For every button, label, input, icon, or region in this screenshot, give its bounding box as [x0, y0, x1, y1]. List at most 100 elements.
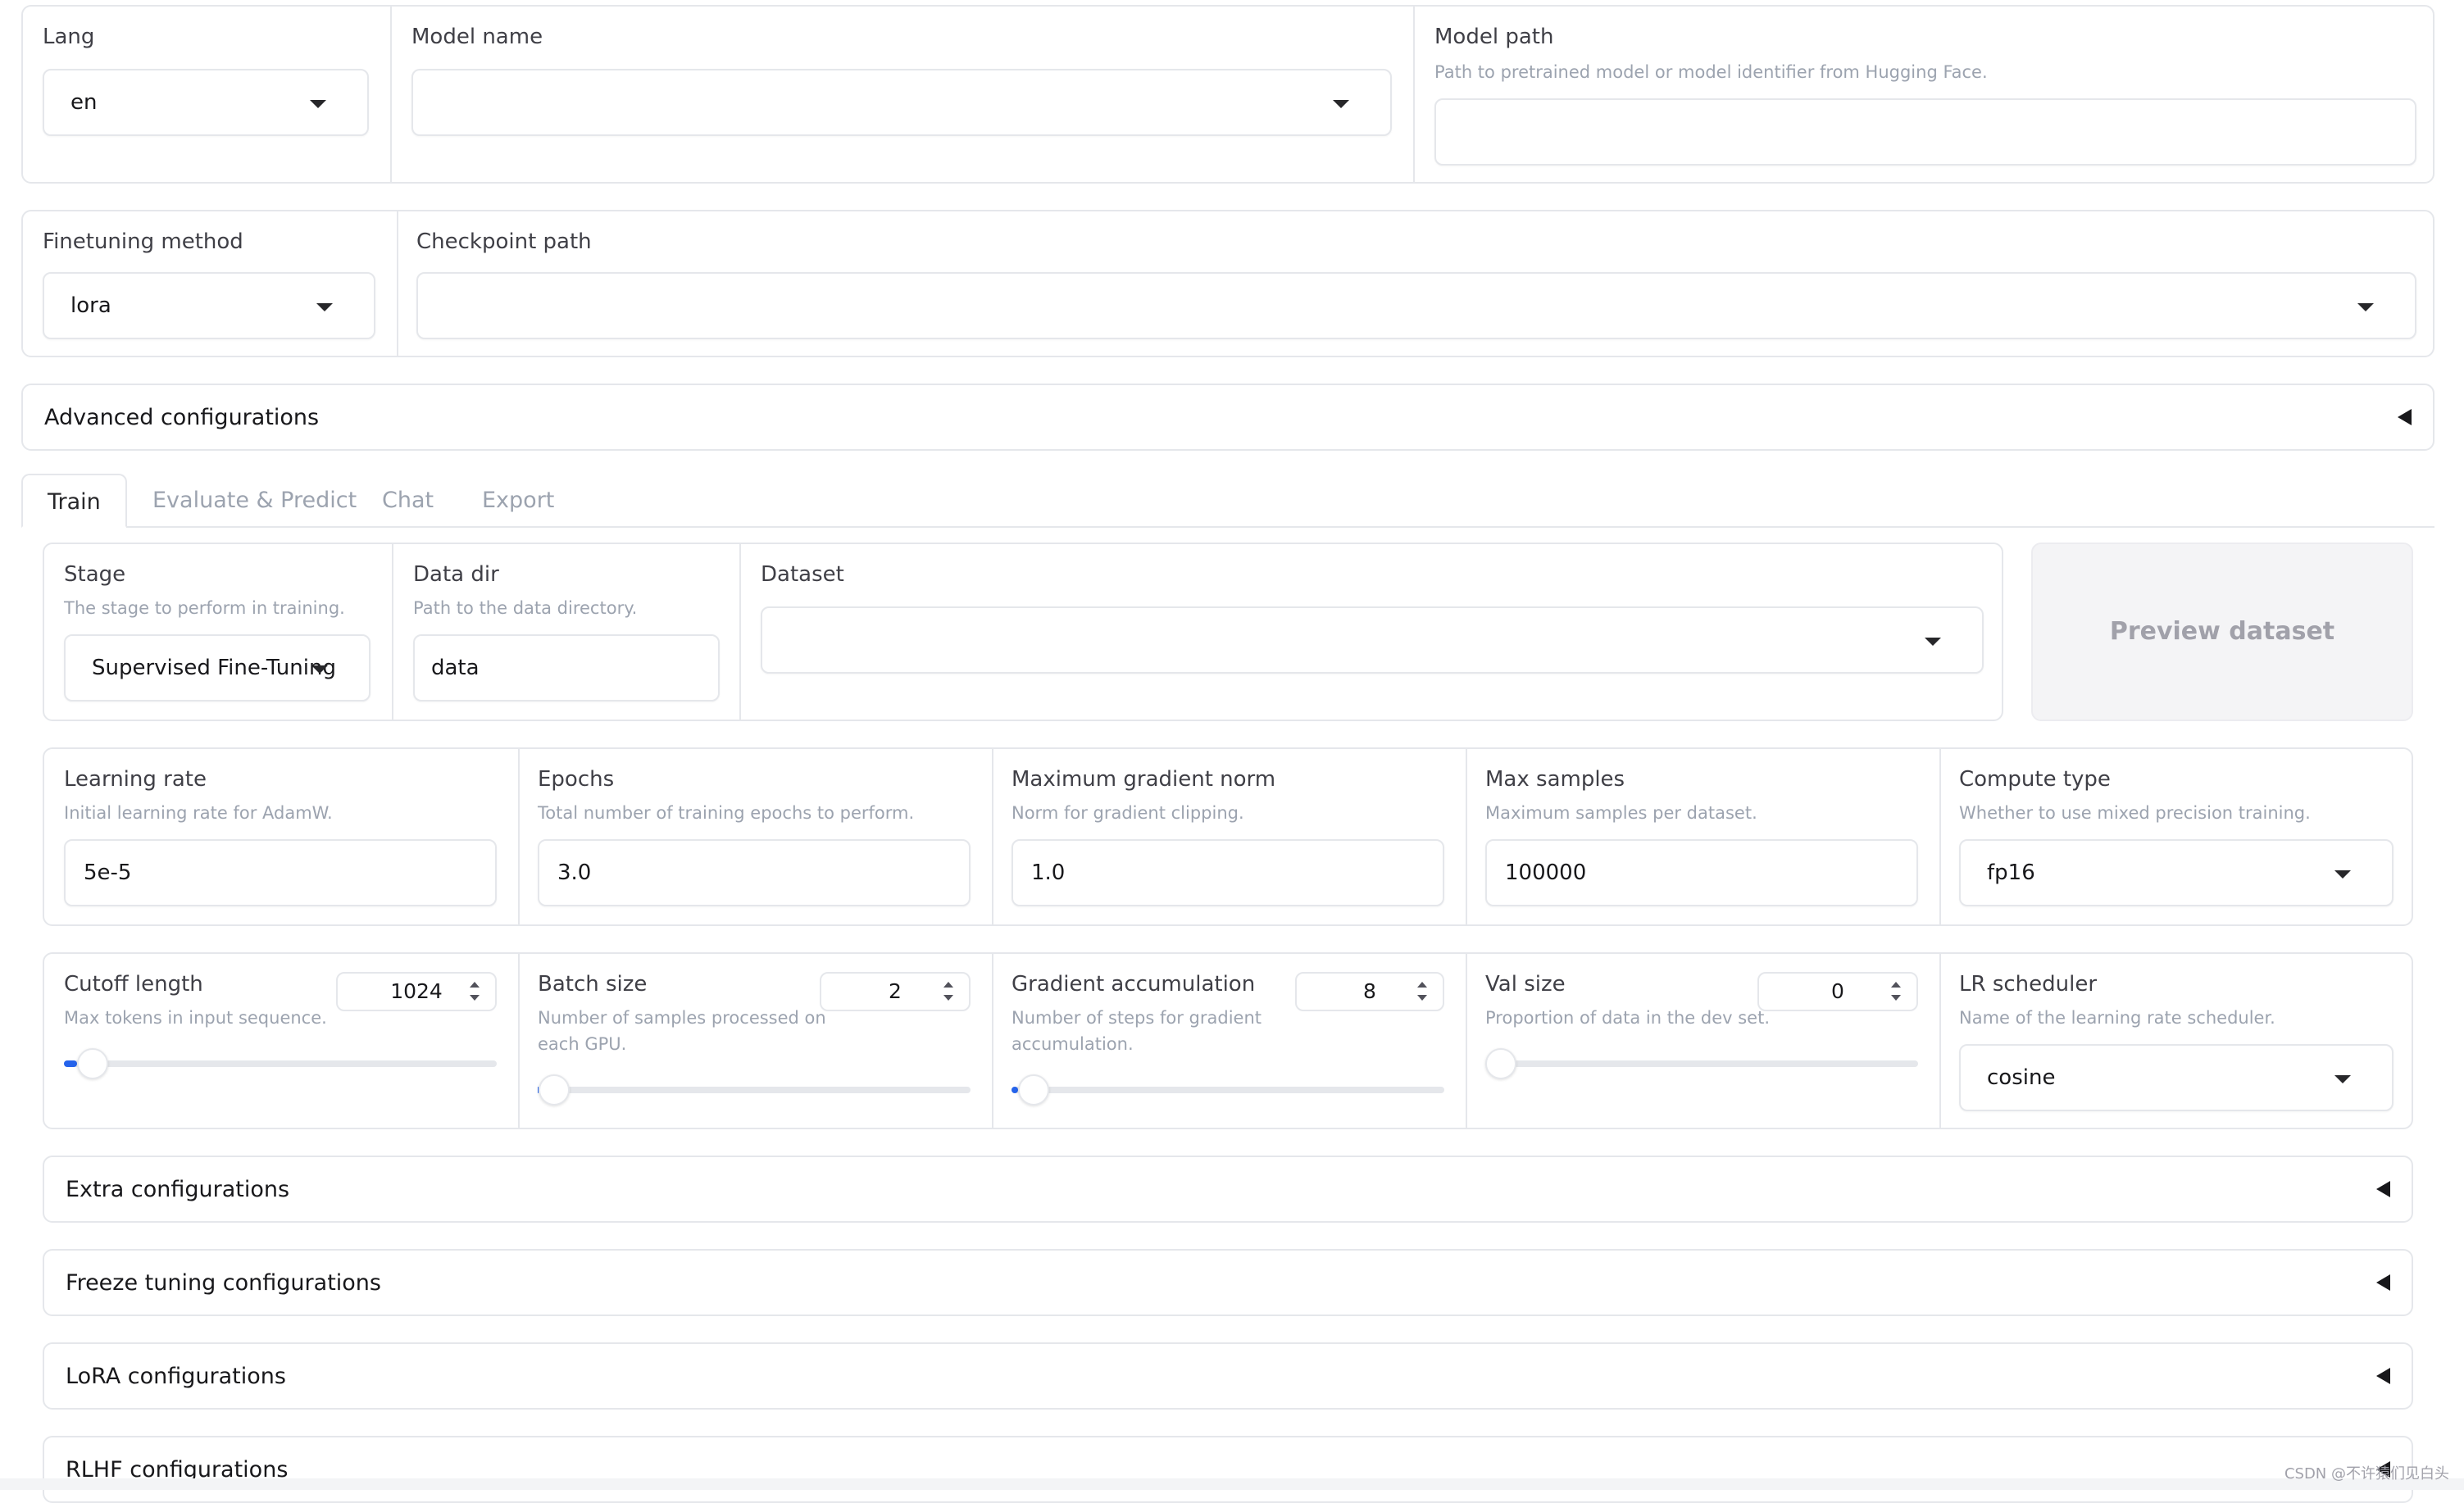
preview-dataset-button[interactable]: Preview dataset — [2031, 543, 2413, 721]
learning-rate-hint: Initial learning rate for AdamW. — [64, 803, 333, 823]
lr-scheduler-label: LR scheduler — [1959, 972, 2098, 997]
spinner-arrows-icon[interactable] — [1889, 980, 1903, 1005]
watermark: CSDN @不许猿们见白头 — [2284, 1465, 2449, 1483]
compute-type-value: fp16 — [1987, 860, 2035, 885]
max-grad-norm-hint: Norm for gradient clipping. — [1012, 803, 1244, 823]
batch-size-hint-2: each GPU. — [538, 1034, 627, 1054]
advanced-configurations-accordion[interactable]: Advanced configurations — [21, 384, 2434, 451]
model-settings-panel: Lang en Model name Model path Path to pr… — [21, 5, 2434, 184]
grad-accum-number-input[interactable]: 8 — [1295, 972, 1444, 1011]
max-samples-label: Max samples — [1485, 767, 1625, 792]
dataset-label: Dataset — [761, 562, 844, 587]
chevron-down-icon — [310, 100, 326, 108]
slider-fill — [64, 1060, 77, 1067]
batch-size-slider[interactable] — [538, 1074, 971, 1106]
divider — [397, 211, 398, 356]
lora-configurations-accordion[interactable]: LoRA configurations — [43, 1342, 2413, 1410]
hyperparameters-panel: Learning rate Initial learning rate for … — [43, 747, 2413, 926]
divider — [739, 544, 741, 720]
divider — [992, 954, 993, 1128]
divider — [1466, 954, 1467, 1128]
max-grad-norm-input[interactable]: 1.0 — [1012, 839, 1444, 906]
batch-size-value: 2 — [889, 979, 902, 1003]
divider — [392, 544, 393, 720]
model-path-input[interactable] — [1434, 98, 2416, 166]
finetuning-method-value: lora — [70, 293, 111, 318]
lang-dropdown[interactable]: en — [43, 69, 369, 136]
val-size-hint: Proportion of data in the dev set. — [1485, 1008, 1771, 1028]
tab-underline — [126, 526, 2434, 528]
checkpoint-path-label: Checkpoint path — [416, 229, 592, 254]
divider — [992, 749, 993, 924]
lr-scheduler-hint: Name of the learning rate scheduler. — [1959, 1008, 2275, 1028]
spinner-arrows-icon[interactable] — [1415, 980, 1430, 1005]
divider — [1939, 749, 1941, 924]
data-panel: Stage The stage to perform in training. … — [43, 543, 2003, 721]
grad-accum-hint-1: Number of steps for gradient — [1012, 1008, 1262, 1028]
bottom-edge — [0, 1478, 2464, 1490]
grad-accum-hint-2: accumulation. — [1012, 1034, 1134, 1054]
data-dir-label: Data dir — [413, 562, 499, 587]
lang-label: Lang — [43, 25, 95, 49]
lang-value: en — [70, 90, 98, 115]
accordion-title: LoRA configurations — [66, 1364, 286, 1389]
slider-thumb[interactable] — [1485, 1048, 1516, 1079]
model-name-dropdown[interactable] — [411, 69, 1392, 136]
finetuning-method-label: Finetuning method — [43, 229, 243, 254]
dataset-dropdown[interactable] — [761, 606, 1984, 674]
accordion-title: Extra configurations — [66, 1177, 290, 1202]
finetuning-method-dropdown[interactable]: lora — [43, 272, 375, 339]
accordion-title: RLHF configurations — [66, 1457, 289, 1483]
data-dir-input[interactable]: data — [413, 634, 720, 702]
epochs-label: Epochs — [538, 767, 615, 792]
accordion-title: Freeze tuning configurations — [66, 1270, 381, 1296]
grad-accum-value: 8 — [1363, 979, 1376, 1003]
rlhf-configurations-accordion[interactable]: RLHF configurations — [43, 1436, 2413, 1503]
freeze-tuning-configurations-accordion[interactable]: Freeze tuning configurations — [43, 1249, 2413, 1316]
compute-type-dropdown[interactable]: fp16 — [1959, 839, 2394, 906]
cutoff-length-label: Cutoff length — [64, 972, 203, 997]
grad-accum-slider[interactable] — [1012, 1074, 1444, 1106]
model-path-label: Model path — [1434, 25, 1554, 49]
divider — [1466, 749, 1467, 924]
chevron-down-icon — [311, 665, 328, 674]
batch-size-number-input[interactable]: 2 — [820, 972, 971, 1011]
max-grad-norm-label: Maximum gradient norm — [1012, 767, 1276, 792]
slider-thumb[interactable] — [1017, 1074, 1049, 1106]
epochs-input[interactable]: 3.0 — [538, 839, 971, 906]
stage-label: Stage — [64, 562, 126, 587]
data-dir-hint: Path to the data directory. — [413, 598, 638, 618]
tab-evaluate-predict[interactable]: Evaluate & Predict — [152, 474, 357, 528]
checkpoint-path-dropdown[interactable] — [416, 272, 2416, 339]
tab-train[interactable]: Train — [21, 474, 127, 528]
tab-chat[interactable]: Chat — [382, 474, 434, 528]
chevron-down-icon — [316, 303, 333, 311]
chevron-down-icon — [2357, 303, 2374, 311]
cutoff-length-value: 1024 — [390, 979, 443, 1003]
lr-scheduler-dropdown[interactable]: cosine — [1959, 1044, 2394, 1111]
compute-type-hint: Whether to use mixed precision training. — [1959, 803, 2311, 823]
sequence-panel: Cutoff length 1024 Max tokens in input s… — [43, 952, 2413, 1129]
val-size-number-input[interactable]: 0 — [1757, 972, 1918, 1011]
extra-configurations-accordion[interactable]: Extra configurations — [43, 1156, 2413, 1223]
stage-dropdown[interactable]: Supervised Fine-Tuning — [64, 634, 371, 702]
val-size-value: 0 — [1831, 979, 1844, 1003]
slider-thumb[interactable] — [76, 1048, 108, 1079]
divider — [1939, 954, 1941, 1128]
slider-thumb[interactable] — [539, 1074, 571, 1106]
slider-fill — [1012, 1087, 1018, 1093]
spinner-arrows-icon[interactable] — [941, 980, 956, 1005]
tab-export[interactable]: Export — [482, 474, 554, 528]
epochs-hint: Total number of training epochs to perfo… — [538, 803, 915, 823]
learning-rate-label: Learning rate — [64, 767, 207, 792]
max-samples-input[interactable]: 100000 — [1485, 839, 1918, 906]
caret-left-icon — [2398, 409, 2412, 425]
learning-rate-input[interactable]: 5e-5 — [64, 839, 497, 906]
val-size-slider[interactable] — [1485, 1048, 1918, 1079]
divider — [518, 954, 520, 1128]
chevron-down-icon — [2334, 1075, 2351, 1083]
spinner-arrows-icon[interactable] — [467, 980, 482, 1005]
cutoff-length-slider[interactable] — [64, 1048, 497, 1079]
divider — [1413, 7, 1415, 182]
cutoff-length-number-input[interactable]: 1024 — [336, 972, 497, 1011]
